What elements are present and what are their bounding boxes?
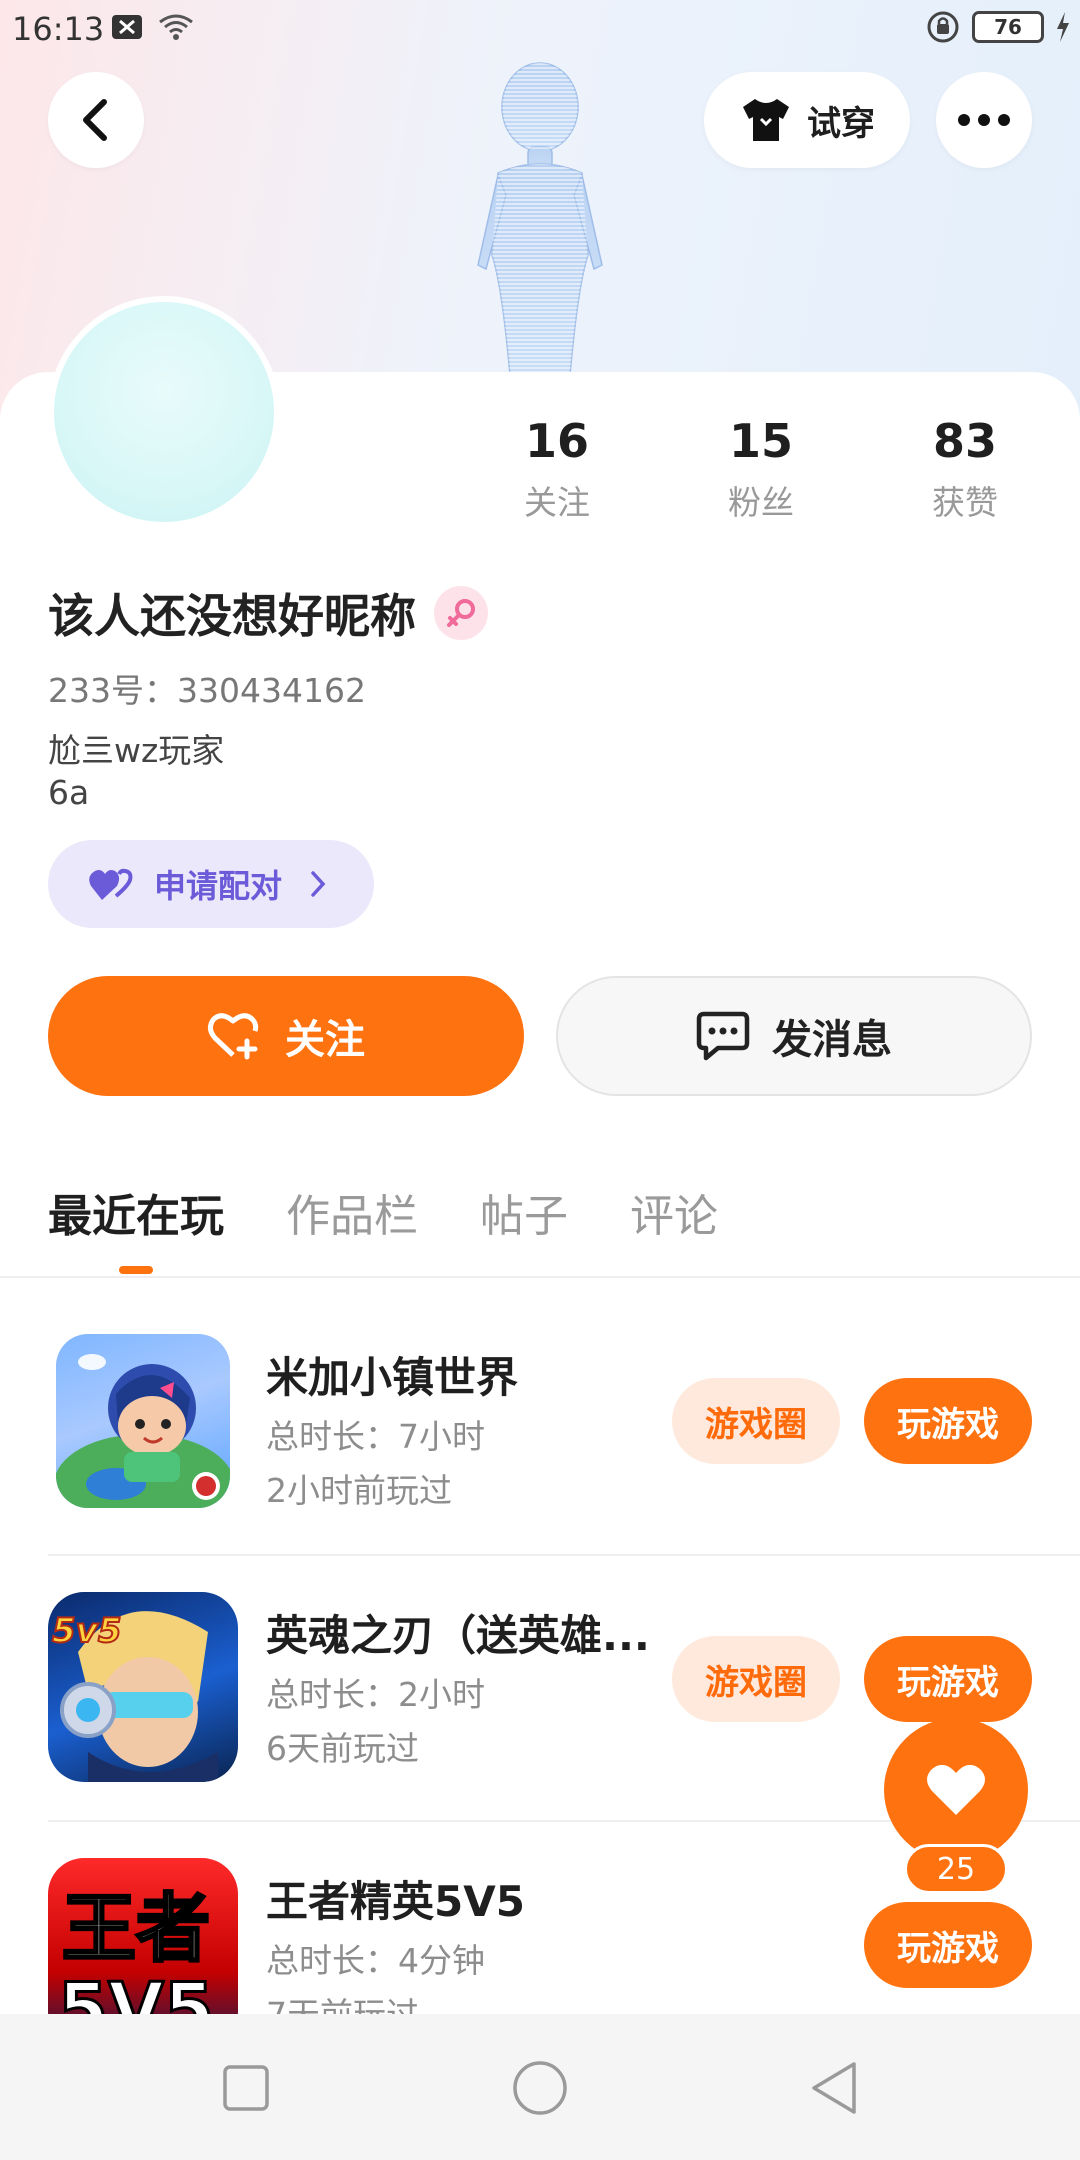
avatar[interactable] (48, 296, 280, 528)
game-name: 米加小镇世界 (266, 1353, 519, 1402)
system-navigation-bar (0, 2014, 1080, 2160)
stat-fans-count: 15 (728, 414, 793, 468)
try-on-button[interactable]: 试穿 (704, 72, 910, 168)
game-icon-badge: 5v5 (52, 1611, 121, 1651)
game-circle-button[interactable]: 游戏圈 (672, 1636, 840, 1722)
send-message-label: 发消息 (772, 1017, 892, 1063)
divider (48, 1554, 1080, 1556)
heart-plus-icon (207, 1013, 259, 1060)
game-icon-title: 王者 (62, 1886, 210, 1972)
bio-line: 尬亖wz玩家 (48, 731, 225, 770)
back-arrow-icon (83, 99, 107, 141)
double-heart-icon (89, 868, 133, 900)
avatar-3d-figure (477, 62, 603, 375)
bio-line: 6a (48, 773, 90, 812)
more-options-button[interactable] (936, 72, 1032, 168)
status-time: 16:13 (12, 10, 105, 48)
stat-likes-count: 83 (932, 414, 997, 468)
charging-icon (1057, 12, 1069, 42)
more-dots-icon (958, 114, 1010, 126)
heart-icon (927, 1764, 985, 1815)
recent-apps-icon[interactable] (222, 2064, 270, 2112)
tab-comments[interactable]: 评论 (630, 1180, 718, 1244)
stat-fans[interactable]: 15 粉丝 (681, 414, 841, 524)
bio: 尬亖wz玩家 6a (48, 730, 224, 814)
request-pair-label: 申请配对 (154, 867, 283, 905)
wifi-icon (159, 14, 193, 40)
floating-like-button[interactable] (884, 1718, 1028, 1862)
tab-recently-played[interactable]: 最近在玩 (48, 1180, 224, 1244)
nickname: 该人还没想好昵称 (48, 580, 488, 646)
chevron-right-icon (311, 871, 326, 897)
play-game-button[interactable]: 玩游戏 (864, 1636, 1032, 1722)
game-circle-button[interactable]: 游戏圈 (672, 1378, 840, 1464)
stat-likes[interactable]: 83 获赞 (885, 414, 1045, 524)
status-bar: 16:13 76 (0, 0, 1080, 56)
game-name: 王者精英5V5 (266, 1877, 525, 1926)
game-total-duration: 总时长：7小时 (266, 1417, 485, 1456)
nickname-text: 该人还没想好昵称 (48, 589, 416, 643)
chat-bubble-icon (696, 1011, 750, 1061)
game-name: 英魂之刃（送英雄... (266, 1611, 650, 1660)
stat-following-label: 关注 (524, 483, 590, 522)
back-nav-icon[interactable] (808, 2060, 860, 2116)
game-icon-miga-town[interactable] (56, 1334, 230, 1508)
follow-button[interactable]: 关注 (48, 976, 524, 1096)
tab-works[interactable]: 作品栏 (286, 1180, 418, 1244)
game-icon-soul-blade[interactable]: 5v5 (48, 1592, 238, 1782)
home-icon[interactable] (512, 2060, 568, 2116)
send-message-button[interactable]: 发消息 (556, 976, 1032, 1096)
tab-posts[interactable]: 帖子 (480, 1180, 568, 1244)
play-game-button[interactable]: 玩游戏 (864, 1902, 1032, 1988)
game-total-duration: 总时长：2小时 (266, 1675, 485, 1714)
request-pair-button[interactable]: 申请配对 (48, 840, 374, 928)
game-last-played: 2小时前玩过 (266, 1471, 452, 1510)
game-total-duration: 总时长：4分钟 (266, 1941, 485, 1980)
stat-following[interactable]: 16 关注 (477, 414, 637, 524)
try-on-label: 试穿 (807, 103, 875, 144)
divider (0, 1276, 1080, 1278)
stat-likes-label: 获赞 (932, 483, 998, 522)
female-gender-icon (434, 586, 488, 640)
battery-indicator: 76 (972, 11, 1044, 43)
game-list-item[interactable]: 5v5 英魂之刃（送英雄... 总时长：2小时 6天前玩过 游戏圈 玩游戏 (48, 1592, 1032, 1792)
profile-tabs: 最近在玩 作品栏 帖子 评论 (48, 1180, 718, 1244)
back-button[interactable] (48, 72, 144, 168)
game-last-played: 6天前玩过 (266, 1729, 419, 1768)
follow-label: 关注 (285, 1017, 365, 1063)
stat-fans-label: 粉丝 (728, 483, 794, 522)
notification-icon (112, 15, 142, 39)
game-list-item[interactable]: 米加小镇世界 总时长：7小时 2小时前玩过 游戏圈 玩游戏 (48, 1334, 1032, 1534)
like-count-badge: 25 (904, 1844, 1008, 1894)
stat-following-count: 16 (524, 414, 589, 468)
rotation-lock-icon (927, 11, 959, 43)
play-game-button[interactable]: 玩游戏 (864, 1378, 1032, 1464)
user-id: 233号：330434162 (48, 671, 366, 710)
active-tab-indicator (119, 1266, 153, 1274)
tshirt-icon (743, 99, 789, 141)
